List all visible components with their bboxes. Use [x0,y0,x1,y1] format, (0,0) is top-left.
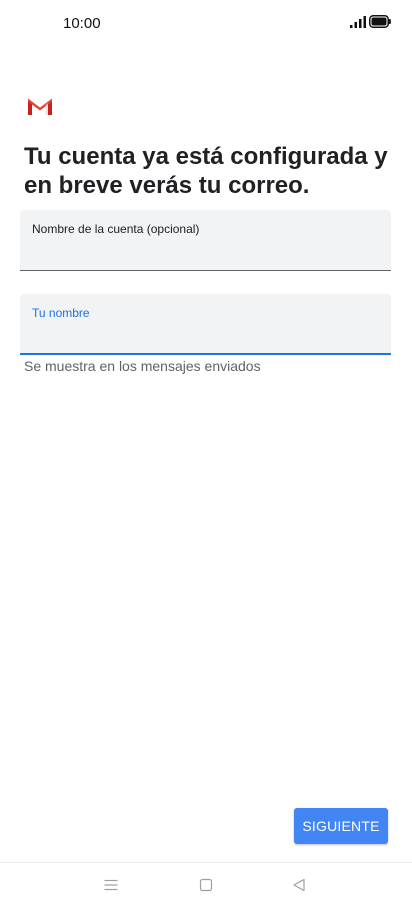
account-name-input[interactable] [32,242,379,264]
menu-icon[interactable] [103,877,119,893]
status-time: 10:00 [63,15,101,32]
home-icon[interactable] [198,877,214,893]
page-title: Tu cuenta ya está configurada y en breve… [24,143,388,199]
your-name-label: Tu nombre [32,306,90,320]
signal-icon [350,16,366,28]
navigation-bar [0,862,412,906]
your-name-input[interactable] [32,326,379,348]
back-icon[interactable] [291,877,307,893]
gmail-icon [28,97,52,115]
status-bar: 10:00 [0,0,412,46]
account-name-label: Nombre de la cuenta (opcional) [32,222,200,236]
your-name-helper-text: Se muestra en los mensajes enviados [24,358,261,374]
battery-icon [369,15,391,28]
next-button[interactable]: SIGUIENTE [294,808,388,844]
account-name-field[interactable]: Nombre de la cuenta (opcional) [20,210,391,271]
your-name-field[interactable]: Tu nombre [20,294,391,355]
